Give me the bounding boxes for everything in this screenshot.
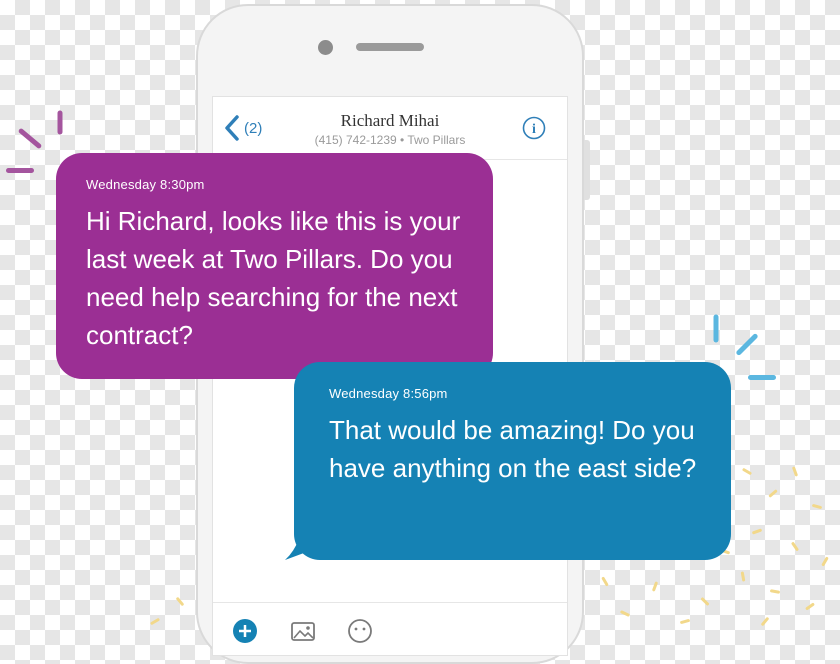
emoji-icon: [347, 619, 373, 648]
add-button[interactable]: [232, 618, 258, 644]
confetti: [769, 589, 781, 594]
confetti: [760, 616, 770, 627]
svg-text:i: i: [532, 122, 536, 137]
message-input-bar: [213, 602, 567, 634]
chevron-left-icon: [224, 114, 240, 142]
confetti: [619, 610, 631, 617]
message-text: Hi Richard, looks like this is your last…: [86, 206, 461, 350]
phone-side-button: [584, 140, 590, 200]
purple-accent-dash-3: [57, 110, 63, 135]
confetti: [740, 571, 746, 582]
plus-icon: [232, 619, 258, 648]
message-bubble-outgoing: Wednesday 8:56pm That would be amazing! …: [294, 362, 731, 560]
confetti: [175, 596, 185, 607]
confetti: [805, 602, 815, 611]
emoji-button[interactable]: [347, 618, 373, 644]
confetti: [751, 528, 763, 535]
confetti: [149, 617, 161, 626]
contact-subtitle: (415) 742-1239 • Two Pillars: [314, 133, 466, 147]
confetti: [601, 576, 609, 587]
message-bubble-incoming: Wednesday 8:30pm Hi Richard, looks like …: [56, 153, 493, 379]
blue-accent-dash-3: [748, 375, 776, 380]
photo-button[interactable]: [290, 618, 316, 644]
confetti: [741, 467, 753, 476]
purple-accent-dash-2: [17, 127, 43, 150]
phone-camera: [318, 40, 333, 55]
confetti: [821, 556, 829, 567]
confetti: [651, 581, 659, 592]
unread-count: (2): [244, 119, 263, 137]
confetti: [790, 541, 800, 552]
confetti: [679, 618, 691, 625]
info-button[interactable]: i: [522, 116, 546, 140]
blue-accent-dash-1: [713, 314, 719, 343]
confetti: [811, 503, 823, 510]
confetti: [700, 596, 710, 607]
blue-accent-dash-2: [735, 332, 759, 357]
image-icon: [290, 622, 316, 648]
purple-accent-dash-1: [6, 168, 34, 173]
message-timestamp: Wednesday 8:56pm: [329, 386, 448, 401]
info-icon: i: [522, 116, 546, 144]
confetti: [768, 489, 778, 498]
message-text: That would be amazing! Do you have anyth…: [329, 415, 697, 483]
back-button[interactable]: (2): [224, 114, 262, 142]
confetti: [791, 466, 799, 477]
contact-name: Richard Mihai: [340, 111, 440, 130]
message-timestamp: Wednesday 8:30pm: [86, 177, 205, 192]
phone-speaker: [356, 43, 424, 51]
